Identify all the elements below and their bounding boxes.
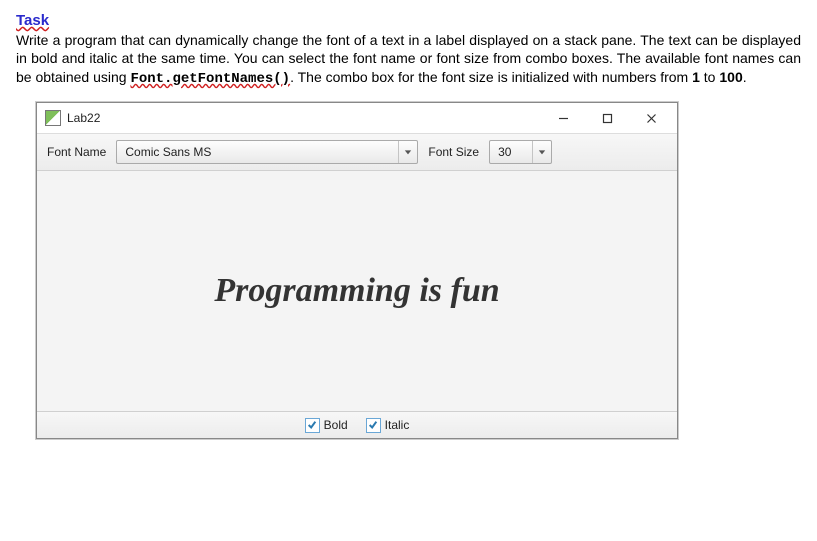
bold-checkbox-label: Bold bbox=[324, 418, 348, 432]
check-icon bbox=[368, 420, 378, 430]
task-heading: Task bbox=[16, 12, 801, 29]
toolbar: Font Name Comic Sans MS Font Size 30 bbox=[37, 134, 677, 171]
close-button[interactable] bbox=[629, 104, 673, 132]
display-text: Programming is fun bbox=[214, 272, 499, 310]
close-icon bbox=[646, 113, 657, 124]
font-size-label: Font Size bbox=[426, 145, 481, 159]
bottom-bar: Bold Italic bbox=[37, 411, 677, 438]
italic-checkbox[interactable]: Italic bbox=[366, 418, 410, 433]
task-number-hundred: 100 bbox=[719, 69, 742, 85]
display-pane: Programming is fun bbox=[37, 171, 677, 411]
task-text-mid: . The combo box for the font size is ini… bbox=[290, 69, 692, 85]
titlebar: Lab22 bbox=[37, 103, 677, 134]
chevron-down-icon bbox=[398, 141, 417, 163]
font-name-combo[interactable]: Comic Sans MS bbox=[116, 140, 418, 164]
checkbox-box bbox=[366, 418, 381, 433]
app-icon bbox=[45, 110, 61, 126]
maximize-icon bbox=[602, 113, 613, 124]
font-size-value: 30 bbox=[490, 145, 532, 159]
checkbox-box bbox=[305, 418, 320, 433]
task-text-to: to bbox=[700, 69, 719, 85]
font-name-value: Comic Sans MS bbox=[117, 145, 398, 159]
code-fragment: Font.getFontNames() bbox=[130, 71, 290, 87]
task-text-period: . bbox=[743, 69, 747, 85]
app-window: Lab22 Font Name Comic Sans MS Font Size … bbox=[36, 102, 678, 439]
task-number-one: 1 bbox=[692, 69, 700, 85]
task-paragraph: Write a program that can dynamically cha… bbox=[16, 31, 801, 88]
window-title: Lab22 bbox=[67, 111, 100, 125]
italic-checkbox-label: Italic bbox=[385, 418, 410, 432]
font-size-combo[interactable]: 30 bbox=[489, 140, 552, 164]
check-icon bbox=[307, 420, 317, 430]
minimize-icon bbox=[558, 113, 569, 124]
minimize-button[interactable] bbox=[541, 104, 585, 132]
maximize-button[interactable] bbox=[585, 104, 629, 132]
chevron-down-icon bbox=[532, 141, 551, 163]
bold-checkbox[interactable]: Bold bbox=[305, 418, 348, 433]
font-name-label: Font Name bbox=[45, 145, 108, 159]
